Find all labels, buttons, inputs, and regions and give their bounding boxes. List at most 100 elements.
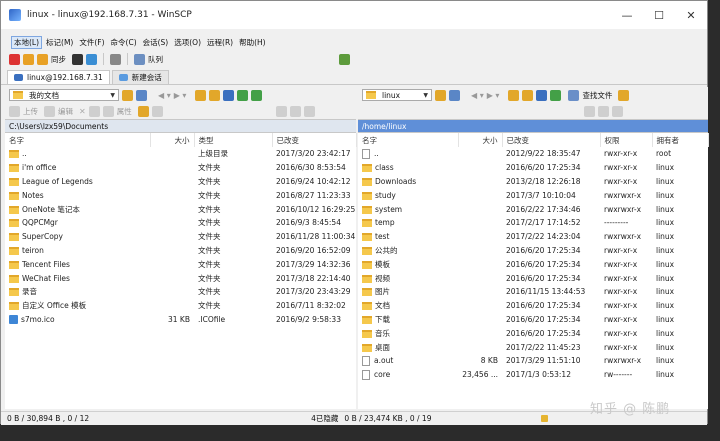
menu-mark[interactable]: 标记(M) (44, 37, 75, 48)
refresh-icon[interactable] (550, 89, 562, 101)
table-row[interactable]: 文档 2016/6/20 17:25:34 rwxr-xr-x linux (358, 299, 708, 313)
column-header-modified[interactable]: 已改变 (502, 133, 601, 147)
home-icon[interactable] (223, 89, 235, 101)
delete-icon[interactable]: ✕ (79, 107, 86, 116)
table-row[interactable]: system 2016/2/22 17:34:46 rwxrwxr-x linux (358, 202, 708, 216)
filter-select-icon[interactable] (612, 105, 623, 117)
parent-dir-icon[interactable] (195, 89, 207, 101)
upload-button[interactable]: 上传 (23, 106, 38, 117)
local-drive-select[interactable]: 我的文档 ▼ (9, 89, 119, 101)
column-header-name[interactable]: 名字 (5, 133, 151, 147)
unselect-icon[interactable] (289, 105, 301, 117)
edit-button[interactable]: 编辑 (58, 106, 73, 117)
find-files-button[interactable]: 查找文件 (582, 90, 612, 101)
bookmark-icon[interactable] (618, 89, 630, 101)
column-header-modified[interactable]: 已改变 (272, 133, 357, 147)
refresh-icon[interactable] (237, 89, 249, 101)
unselect-icon[interactable] (598, 105, 609, 117)
table-row[interactable]: League of Legends 文件夹 2016/9/24 10:42:12 (5, 175, 356, 189)
properties-button[interactable]: 属性 (117, 106, 132, 117)
table-row[interactable]: teiron 文件夹 2016/9/20 16:52:09 (5, 244, 356, 258)
table-row[interactable]: 公共的 2016/6/20 17:25:34 rwxr-xr-x linux (358, 244, 708, 258)
column-header-name[interactable]: 名字 (358, 133, 459, 147)
column-header-size[interactable]: 大小 (150, 133, 195, 147)
table-row[interactable]: .. 上级目录 2017/3/20 23:42:17 (5, 147, 356, 161)
maximize-button[interactable]: ☐ (643, 1, 675, 29)
home-icon[interactable] (536, 89, 548, 101)
menu-help[interactable]: 帮助(H) (237, 37, 268, 48)
table-row[interactable]: Notes 文件夹 2016/8/27 11:23:33 (5, 188, 356, 202)
table-row[interactable]: 音乐 2016/6/20 17:25:34 rwxr-xr-x linux (358, 326, 708, 340)
menu-session[interactable]: 会话(S) (141, 37, 171, 48)
menu-remote[interactable]: 远程(R) (205, 37, 235, 48)
table-row[interactable]: Tencent Files 文件夹 2017/3/29 14:32:36 (5, 257, 356, 271)
sync-icon[interactable] (37, 53, 48, 65)
table-row[interactable]: SuperCopy 文件夹 2016/11/28 11:00:34 (5, 230, 356, 244)
table-row[interactable]: i'm office 文件夹 2016/6/30 8:53:54 (5, 161, 356, 175)
new-file-icon[interactable] (151, 105, 163, 117)
tab-session-linux[interactable]: linux@192.168.7.31 (7, 70, 110, 84)
menu-commands[interactable]: 命令(C) (109, 37, 139, 48)
properties-icon[interactable] (102, 105, 114, 117)
table-row[interactable]: WeChat Files 文件夹 2017/3/18 22:14:40 (5, 271, 356, 285)
preferences-icon[interactable] (110, 53, 121, 65)
minimize-button[interactable]: — (611, 1, 643, 29)
upload-icon[interactable] (9, 105, 20, 117)
filter-select-icon[interactable] (303, 105, 315, 117)
rename-icon[interactable] (88, 105, 100, 117)
menu-local[interactable]: 本地(L) (11, 35, 43, 49)
sync-browse-icon[interactable] (251, 89, 263, 101)
table-row[interactable]: 模板 2016/6/20 17:25:34 rwxr-xr-x linux (358, 257, 708, 271)
select-all-icon[interactable] (275, 105, 287, 117)
table-row[interactable]: Downloads 2013/2/18 12:26:18 rwxr-xr-x linu… (358, 175, 708, 189)
table-row[interactable]: 下载 2016/6/20 17:25:34 rwxr-xr-x linux (358, 313, 708, 327)
open-folder-icon[interactable] (122, 89, 133, 101)
table-row[interactable]: 视频 2016/6/20 17:25:34 rwxr-xr-x linux (358, 271, 708, 285)
tab-new-session[interactable]: 新建会话 (111, 70, 169, 84)
table-row[interactable]: s7mo.ico 31 KB .ICOfile 2016/9/2 9:58:33 (5, 313, 356, 327)
table-row[interactable]: test 2017/2/22 14:23:04 rwxrwxr-x linux (358, 230, 708, 244)
table-row[interactable]: 桌面 2017/2/22 11:45:23 rwxr-xr-x linux (358, 340, 708, 354)
menu-file[interactable]: 文件(F) (77, 37, 106, 48)
table-row[interactable]: study 2017/3/7 10:10:04 rwxrwxr-x linux (358, 188, 708, 202)
putty-icon[interactable] (86, 53, 97, 65)
forward-arrow-icon[interactable]: ▶ ▾ (487, 91, 500, 100)
new-window-icon[interactable] (9, 53, 20, 65)
forward-arrow-icon[interactable]: ▶ ▾ (174, 91, 187, 100)
sync-button[interactable]: 同步 (51, 54, 66, 65)
edit-icon[interactable] (44, 105, 55, 117)
table-row[interactable]: QQPCMgr 文件夹 2016/9/3 8:45:54 (5, 216, 356, 230)
console-icon[interactable] (72, 53, 83, 65)
queue-button[interactable]: 队列 (148, 54, 163, 65)
queue-icon[interactable] (134, 53, 145, 65)
column-header-permissions[interactable]: 权限 (600, 133, 653, 147)
filter-icon[interactable] (449, 89, 460, 101)
table-row[interactable]: core 23,456 ... 2017/1/3 0:53:12 rw------- l… (358, 368, 708, 382)
table-row[interactable]: 图片 2016/11/15 13:44:53 rwxr-xr-x linux (358, 285, 708, 299)
root-dir-icon[interactable] (522, 89, 534, 101)
table-row[interactable]: 自定义 Office 模板 文件夹 2016/7/11 8:32:02 (5, 299, 356, 313)
find-files-icon[interactable] (568, 89, 580, 101)
back-arrow-icon[interactable]: ◀ ▾ (158, 91, 171, 100)
table-row[interactable]: .. 2012/9/22 18:35:47 rwxr-xr-x root (358, 147, 708, 161)
root-dir-icon[interactable] (209, 89, 221, 101)
parent-dir-icon[interactable] (508, 89, 520, 101)
table-row[interactable]: a.out 8 KB 2017/3/29 11:51:10 rwxrwxr-x linu… (358, 354, 708, 368)
new-folder-icon[interactable] (137, 105, 149, 117)
remote-dir-select[interactable]: linux ▼ (362, 89, 432, 101)
menu-options[interactable]: 选项(O) (172, 37, 203, 48)
table-row[interactable]: class 2016/6/20 17:25:34 rwxr-xr-x linux (358, 161, 708, 175)
compare-icon[interactable] (23, 53, 34, 65)
filter-icon[interactable] (136, 89, 147, 101)
column-header-owner[interactable]: 拥有者 (652, 133, 709, 147)
close-button[interactable]: ✕ (675, 1, 707, 29)
select-all-icon[interactable] (584, 105, 595, 117)
table-row[interactable]: temp 2017/2/17 17:14:52 --------- linux (358, 216, 708, 230)
table-row[interactable]: 录音 文件夹 2017/3/20 23:43:29 (5, 285, 356, 299)
back-arrow-icon[interactable]: ◀ ▾ (471, 91, 484, 100)
transfer-settings-icon[interactable] (339, 53, 350, 65)
open-folder-icon[interactable] (435, 89, 446, 101)
table-row[interactable]: OneNote 笔记本 文件夹 2016/10/12 16:29:25 (5, 202, 356, 216)
column-header-size[interactable]: 大小 (458, 133, 503, 147)
column-header-type[interactable]: 类型 (194, 133, 273, 147)
